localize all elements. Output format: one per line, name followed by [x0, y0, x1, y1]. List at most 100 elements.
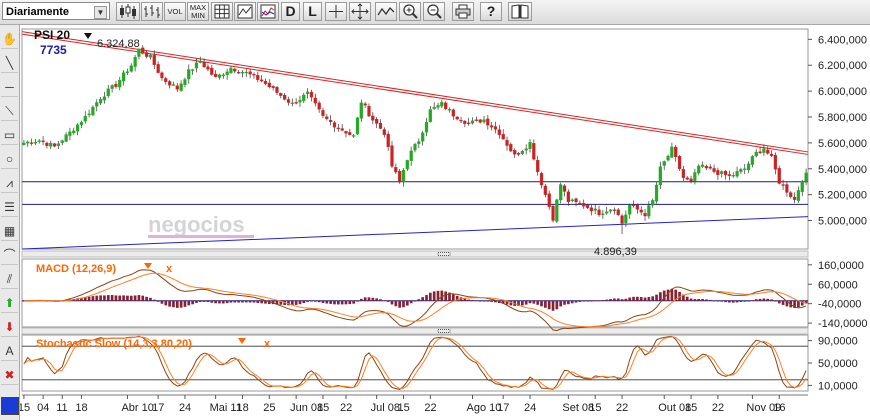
x-axis-label: 15 — [685, 402, 697, 414]
candle-body — [769, 153, 774, 157]
candle-body — [317, 102, 321, 110]
compare-button[interactable] — [257, 2, 279, 21]
pane-splitter-2[interactable] — [21, 327, 809, 335]
volume-button[interactable]: VOL — [164, 2, 186, 21]
grid-button[interactable] — [211, 2, 233, 21]
candle-body — [298, 99, 302, 103]
candle-body — [731, 175, 735, 177]
macd-histogram-bar — [747, 300, 750, 302]
trend-tool-button[interactable] — [375, 2, 397, 21]
candle-body — [160, 72, 164, 79]
candle-body — [647, 205, 651, 217]
linear-button[interactable]: L — [303, 2, 322, 21]
candle-body — [608, 209, 613, 212]
candle-body — [486, 118, 490, 126]
fib-fan-tool[interactable]: ☰ — [1, 197, 18, 217]
candle-body — [490, 125, 494, 128]
macd-histogram-bar — [728, 300, 731, 303]
candle-body — [359, 102, 363, 119]
candle-body — [585, 204, 590, 208]
annotation-tool[interactable]: A — [1, 341, 18, 361]
macd-histogram-bar — [91, 296, 95, 301]
candle-body — [256, 75, 260, 80]
fibonacci-tool[interactable]: ⩘ — [1, 173, 18, 193]
candle-body — [562, 185, 567, 192]
pane-splitter-1[interactable] — [21, 250, 809, 258]
x-axis-label: 15 — [20, 402, 30, 414]
macd-histogram-bar — [444, 291, 448, 301]
macd-histogram-bar — [298, 300, 302, 305]
macd-histogram-bar — [202, 300, 206, 302]
macd-histogram-bar — [586, 300, 589, 302]
daily-button[interactable]: D — [281, 2, 300, 21]
stochastic-close-icon[interactable]: x — [264, 338, 271, 350]
macd-histogram-bar — [371, 297, 375, 301]
macd-histogram-bar — [524, 300, 528, 305]
rectangle-tool[interactable]: ▭ — [1, 125, 18, 145]
macd-histogram-bar — [754, 299, 758, 301]
price-axis-label: 5.000,000 — [818, 216, 867, 228]
macd-histogram-bar — [302, 300, 306, 304]
candle-body — [248, 71, 252, 75]
macd-histogram-bar — [555, 300, 559, 310]
candle-body — [766, 149, 770, 154]
macd-histogram-bar — [252, 300, 256, 303]
candle-body — [424, 122, 429, 133]
candle-body — [367, 106, 371, 117]
macd-histogram-bar — [643, 297, 647, 301]
chevron-down-icon[interactable]: ▼ — [94, 6, 107, 19]
print-button[interactable] — [452, 2, 474, 21]
candle-body — [49, 143, 53, 147]
candle-body — [398, 171, 402, 182]
fib-arc-tool[interactable]: ▦ — [1, 221, 18, 241]
sell-arrow-tool[interactable]: ⬇ — [1, 317, 18, 337]
hline-icon: ─ — [5, 80, 14, 94]
color-swatch[interactable] — [1, 397, 19, 415]
line-tool[interactable]: ╲ — [1, 53, 18, 73]
macd-histogram-bar — [551, 300, 555, 311]
daily-label: D — [285, 3, 296, 19]
help-button[interactable]: ? — [480, 2, 502, 21]
x-axis-label: 18 — [75, 402, 87, 414]
candle-body — [217, 74, 222, 78]
candle-body — [467, 122, 471, 124]
macd-histogram-bar — [659, 292, 662, 301]
hand-tool[interactable]: ✋ — [1, 29, 18, 49]
crosshair-button[interactable] — [325, 2, 347, 21]
macd-close-icon[interactable]: x — [166, 263, 173, 275]
indicators-button[interactable] — [234, 2, 256, 21]
ray-tool[interactable]: ⟍ — [1, 101, 18, 121]
zoom-out-button[interactable] — [423, 2, 445, 21]
macd-histogram-bar — [114, 295, 118, 301]
chart-type-button[interactable] — [141, 2, 163, 21]
macd-histogram-bar — [624, 298, 628, 301]
candle-body — [704, 166, 709, 169]
macd-histogram-bar — [578, 300, 582, 302]
buy-arrow-tool[interactable]: ⬆ — [1, 293, 18, 313]
candle-body — [796, 190, 801, 201]
x-axis-label: 22 — [712, 402, 724, 414]
macd-histogram-bar — [398, 300, 402, 308]
circle-tool[interactable]: ○ — [1, 149, 18, 169]
macd-histogram-bar — [751, 300, 754, 301]
candlestick-button[interactable] — [116, 2, 140, 21]
zoom-in-button[interactable] — [399, 2, 421, 21]
move-button[interactable] — [349, 2, 371, 21]
candle-body — [493, 126, 498, 130]
text-tool[interactable]: ⫽ — [1, 269, 18, 289]
macd-histogram-bar — [570, 300, 574, 304]
watermark-underline — [148, 235, 254, 238]
channel-tool[interactable]: ⌒ — [1, 245, 18, 265]
candle-body — [133, 57, 137, 67]
macd-histogram-bar — [317, 300, 321, 303]
candle-body — [29, 142, 34, 144]
maxmin-button[interactable]: MAX MIN — [187, 2, 209, 21]
macd-histogram-bar — [306, 300, 309, 302]
macd-histogram-bar — [532, 300, 536, 304]
book-button[interactable] — [508, 2, 532, 21]
delete-tool[interactable]: ✖ — [1, 365, 18, 385]
macd-histogram-bar — [260, 300, 263, 304]
candle-body — [110, 85, 114, 89]
period-select[interactable]: Diariamente ▼ — [2, 2, 110, 20]
hline-tool[interactable]: ─ — [1, 77, 18, 97]
